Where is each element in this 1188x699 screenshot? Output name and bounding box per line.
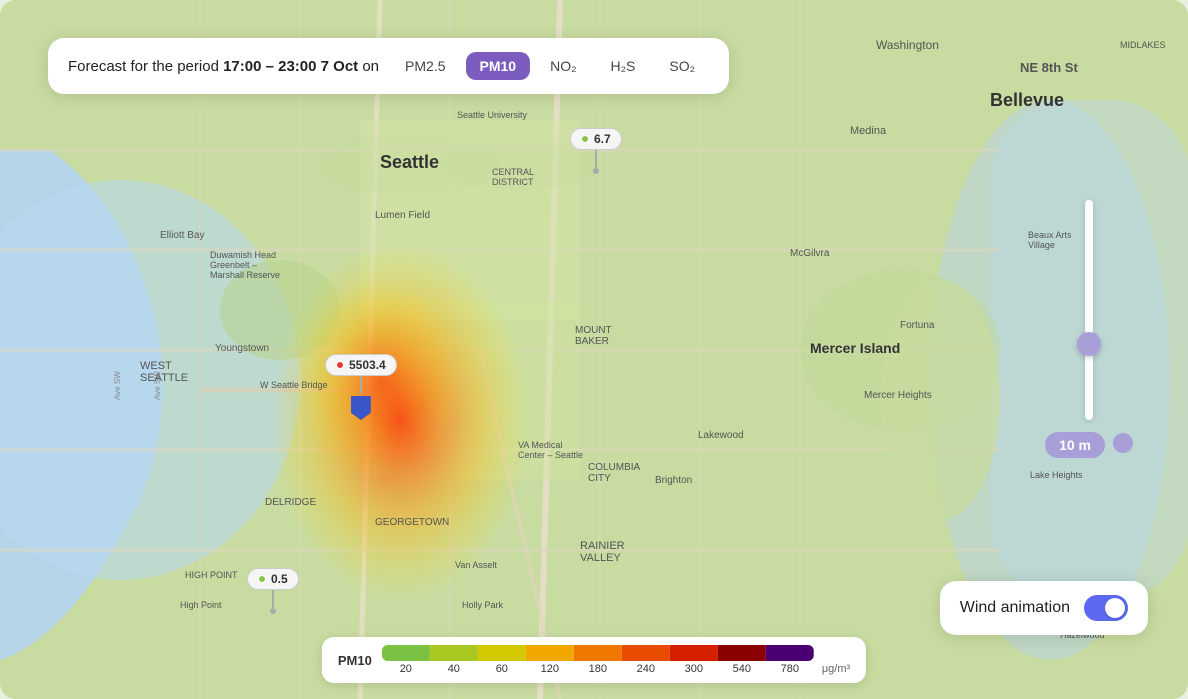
pollutant-buttons: PM2.5 PM10 NO₂ H₂S SO₂ bbox=[391, 52, 709, 80]
sensor-dot-2 bbox=[336, 361, 344, 369]
pollutant-btn-h2s[interactable]: H₂S bbox=[597, 52, 650, 80]
sensor-line-2 bbox=[360, 376, 362, 394]
scale-color-4 bbox=[574, 645, 622, 661]
scale-num-8: 780 bbox=[766, 663, 814, 675]
forecast-text: Forecast for the period 17:00 – 23:00 7 … bbox=[68, 58, 379, 75]
sensor-bubble-2: 5503.4 bbox=[325, 354, 397, 376]
scale-wrapper: 20 40 60 120 180 240 300 540 780 bbox=[382, 645, 814, 675]
forecast-card: Forecast for the period 17:00 – 23:00 7 … bbox=[48, 38, 729, 94]
forecast-period: 17:00 – 23:00 7 Oct bbox=[223, 58, 358, 75]
scale-numbers-row: 20 40 60 120 180 240 300 540 780 bbox=[382, 663, 814, 675]
sensor-point-3 bbox=[270, 608, 276, 614]
sensor-marker-2: 5503.4 bbox=[325, 354, 397, 420]
sensor-bubble-3: 0.5 bbox=[247, 568, 299, 590]
wind-animation-label: Wind animation bbox=[960, 599, 1070, 617]
scale-color-0 bbox=[382, 645, 430, 661]
scale-num-4: 180 bbox=[574, 663, 622, 675]
sensor-value-1: 6.7 bbox=[594, 132, 611, 146]
wind-animation-card: Wind animation bbox=[940, 581, 1148, 635]
scale-color-8 bbox=[766, 645, 814, 661]
forecast-on: on bbox=[358, 58, 379, 75]
altitude-badge: 10 m bbox=[1045, 432, 1105, 458]
wind-animation-toggle[interactable] bbox=[1084, 595, 1128, 621]
sensor-dot-1 bbox=[581, 135, 589, 143]
scale-pollutant-label: PM10 bbox=[338, 653, 372, 668]
scale-color-1 bbox=[430, 645, 478, 661]
sensor-value-3: 0.5 bbox=[271, 572, 288, 586]
sensor-marker-3: 0.5 bbox=[247, 568, 299, 614]
pollutant-btn-no2[interactable]: NO₂ bbox=[536, 52, 590, 80]
scale-num-6: 300 bbox=[670, 663, 718, 675]
scale-num-0: 20 bbox=[382, 663, 430, 675]
scale-color-6 bbox=[670, 645, 718, 661]
forecast-prefix: Forecast for the period bbox=[68, 58, 223, 75]
scale-num-3: 120 bbox=[526, 663, 574, 675]
pollutant-btn-pm25[interactable]: PM2.5 bbox=[391, 52, 459, 80]
sensor-point-1 bbox=[593, 168, 599, 174]
altitude-thumb[interactable] bbox=[1077, 332, 1101, 356]
sensor-marker-1: 6.7 bbox=[570, 128, 622, 174]
altitude-track[interactable] bbox=[1085, 200, 1093, 420]
svg-text:Ave SW: Ave SW bbox=[153, 371, 162, 400]
toggle-knob bbox=[1105, 598, 1125, 618]
scale-colors-row bbox=[382, 645, 814, 661]
scale-color-2 bbox=[478, 645, 526, 661]
altitude-row: 10 m bbox=[1045, 428, 1133, 458]
scale-unit: μg/m³ bbox=[822, 663, 850, 675]
altitude-control: 10 m bbox=[1045, 200, 1133, 458]
sensor-line-3 bbox=[272, 590, 274, 608]
altitude-knob[interactable] bbox=[1113, 433, 1133, 453]
location-flag-2 bbox=[351, 396, 371, 420]
scale-num-2: 60 bbox=[478, 663, 526, 675]
sensor-bubble-1: 6.7 bbox=[570, 128, 622, 150]
map-container: Ave SW Ave SW Seattle WESTSEATTLE Duwami… bbox=[0, 0, 1188, 699]
sensor-line-1 bbox=[595, 150, 597, 168]
scale-num-7: 540 bbox=[718, 663, 766, 675]
sensor-dot-3 bbox=[258, 575, 266, 583]
scale-color-7 bbox=[718, 645, 766, 661]
scale-color-3 bbox=[526, 645, 574, 661]
sensor-value-2: 5503.4 bbox=[349, 358, 386, 372]
scale-num-5: 240 bbox=[622, 663, 670, 675]
svg-text:Ave SW: Ave SW bbox=[113, 371, 122, 400]
color-scale-bar: PM10 20 40 60 120 180 240 300 bbox=[322, 637, 866, 683]
scale-num-1: 40 bbox=[430, 663, 478, 675]
scale-color-5 bbox=[622, 645, 670, 661]
pollutant-btn-pm10[interactable]: PM10 bbox=[466, 52, 531, 80]
pollutant-btn-so2[interactable]: SO₂ bbox=[655, 52, 709, 80]
